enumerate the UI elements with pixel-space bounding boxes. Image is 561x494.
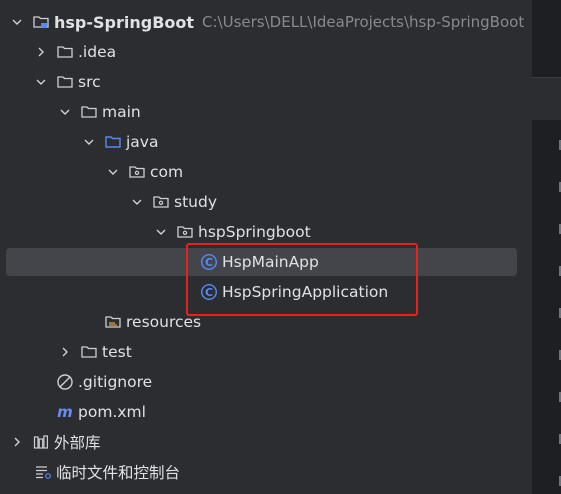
tree-node-test[interactable]: test	[0, 337, 532, 367]
tree-label-pom: pom.xml	[78, 403, 146, 421]
editor-edge-strip	[532, 0, 561, 494]
package-icon	[128, 163, 146, 181]
module-icon	[32, 13, 50, 31]
folder-icon	[80, 103, 98, 121]
tree-node-project-root[interactable]: hsp-SpringBoot C:\Users\DELL\IdeaProject…	[0, 7, 532, 37]
source-folder-icon	[104, 133, 122, 151]
svg-text:m: m	[57, 403, 73, 421]
chevron-right-icon[interactable]	[34, 45, 48, 59]
tree-label-main: main	[102, 103, 141, 121]
tree-node-idea[interactable]: .idea	[0, 37, 532, 67]
chevron-down-icon[interactable]	[34, 75, 48, 89]
tree-node-class-app[interactable]: C HspSpringApplication	[0, 277, 532, 307]
tree-label-resources: resources	[126, 313, 202, 331]
chevron-down-icon[interactable]	[106, 165, 120, 179]
tree-node-src[interactable]: src	[0, 67, 532, 97]
chevron-down-icon[interactable]	[154, 225, 168, 239]
tree-node-scratches[interactable]: 临时文件和控制台	[0, 457, 532, 487]
tree-label-java: java	[126, 133, 159, 151]
editor-active-tab-edge[interactable]	[532, 78, 561, 120]
chevron-down-icon[interactable]	[130, 195, 144, 209]
tree-label-test: test	[102, 343, 132, 361]
package-icon	[152, 193, 170, 211]
ide-window: hsp-SpringBoot C:\Users\DELL\IdeaProject…	[0, 0, 561, 494]
maven-icon: m	[56, 403, 74, 421]
tree-label-class-app: HspSpringApplication	[222, 283, 389, 301]
tree-node-java[interactable]: java	[0, 127, 532, 157]
package-icon	[176, 223, 194, 241]
chevron-down-icon[interactable]	[82, 135, 96, 149]
tree-label-gitignore: .gitignore	[78, 373, 153, 391]
scratches-icon	[34, 463, 52, 481]
chevron-right-icon[interactable]	[10, 435, 24, 449]
libraries-icon	[32, 433, 50, 451]
svg-text:C: C	[205, 256, 213, 269]
chevron-right-icon[interactable]	[58, 345, 72, 359]
tree-label-external-libs: 外部库	[54, 434, 101, 452]
project-root-name: hsp-SpringBoot	[54, 12, 195, 32]
tree-node-package[interactable]: hspSpringboot	[0, 217, 532, 247]
tree-label-idea: .idea	[78, 43, 117, 61]
tree-label-src: src	[78, 73, 101, 91]
tree-node-gitignore[interactable]: .gitignore	[0, 367, 532, 397]
tree-label-study: study	[174, 193, 217, 211]
tree-node-resources[interactable]: resources	[0, 307, 532, 337]
project-tree[interactable]: hsp-SpringBoot C:\Users\DELL\IdeaProject…	[0, 0, 532, 494]
resources-folder-icon	[104, 313, 122, 331]
tree-label-com: com	[150, 163, 184, 181]
class-icon: C	[200, 253, 218, 271]
folder-icon	[56, 73, 74, 91]
folder-icon	[56, 43, 74, 61]
tree-label-class-main: HspMainApp	[222, 253, 319, 271]
gitignore-icon	[56, 373, 74, 391]
tree-node-pom[interactable]: m pom.xml	[0, 397, 532, 427]
tree-node-class-main[interactable]: C HspMainApp	[0, 247, 532, 277]
chevron-down-icon[interactable]	[10, 15, 24, 29]
folder-icon	[80, 343, 98, 361]
project-root-path: C:\Users\DELL\IdeaProjects\hsp-SpringBoo…	[202, 13, 525, 31]
chevron-down-icon[interactable]	[58, 105, 72, 119]
tree-node-com[interactable]: com	[0, 157, 532, 187]
tree-node-study[interactable]: study	[0, 187, 532, 217]
tree-node-external-libs[interactable]: 外部库	[0, 427, 532, 457]
tree-node-main[interactable]: main	[0, 97, 532, 127]
svg-text:C: C	[205, 286, 213, 299]
tree-label-scratches: 临时文件和控制台	[56, 464, 181, 482]
class-icon: C	[200, 283, 218, 301]
tree-label-package: hspSpringboot	[198, 223, 311, 241]
